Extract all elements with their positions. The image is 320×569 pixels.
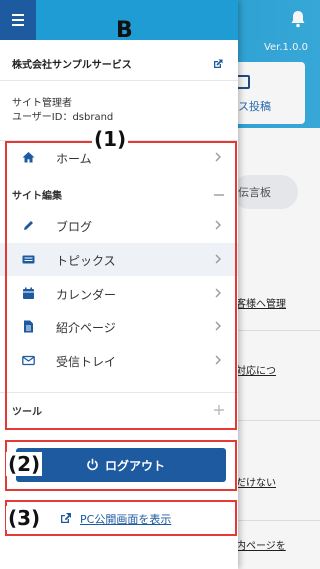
annotation-box-1 [5, 141, 237, 430]
hamburger-menu-button[interactable] [0, 0, 36, 40]
annotation-label-3: (3) [6, 506, 43, 530]
user-role: サイト管理者 [12, 98, 72, 109]
user-info: サイト管理者 ユーザーID：dsbrand [12, 97, 113, 125]
user-id: ユーザーID：dsbrand [12, 112, 114, 123]
company-row[interactable]: 株式会社サンプルサービス [0, 47, 238, 81]
annotation-label-1: (1) [92, 127, 129, 151]
edit-external-icon[interactable] [212, 58, 224, 70]
annotation-marker-b: B [116, 18, 133, 43]
company-name: 株式会社サンプルサービス [12, 60, 132, 71]
annotation-label-2: (2) [6, 452, 43, 476]
